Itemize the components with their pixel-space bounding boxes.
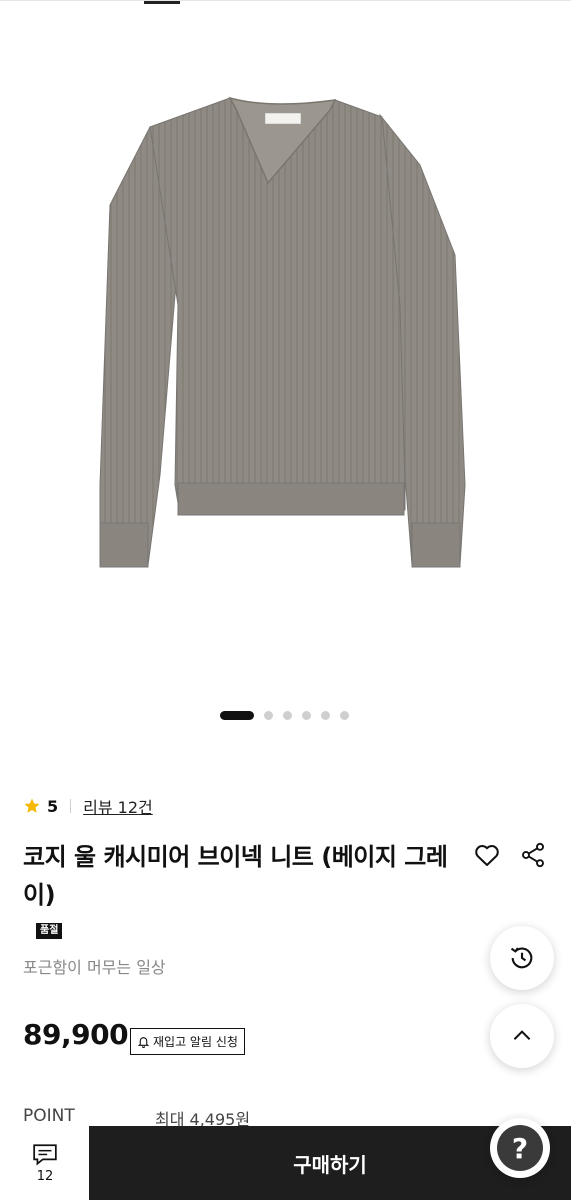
carousel-dot[interactable]	[321, 710, 330, 720]
soldout-badge: 품절	[36, 923, 63, 939]
review-link[interactable]: 리뷰 12건	[83, 794, 153, 818]
sweater-image	[99, 96, 466, 568]
question-icon: ?	[497, 1125, 543, 1171]
divider	[70, 799, 72, 813]
comment-button[interactable]: 12	[0, 1126, 90, 1200]
point-label: POINT	[23, 1106, 75, 1126]
carousel-dot[interactable]	[264, 710, 273, 720]
product-price: 89,900	[23, 1018, 129, 1051]
product-title: 코지 울 캐시미어 브이넥 니트 (베이지 그레이)	[23, 843, 448, 909]
carousel-dots[interactable]	[220, 710, 349, 720]
product-image[interactable]	[0, 5, 571, 695]
chevron-up-icon	[513, 1030, 531, 1040]
product-subtitle: 포근함이 머무는 일상	[23, 958, 166, 977]
share-icon	[522, 842, 544, 868]
carousel-dot[interactable]	[283, 710, 292, 720]
carousel-dot[interactable]	[340, 710, 349, 720]
carousel-dot[interactable]	[302, 710, 311, 720]
star-icon	[24, 798, 40, 813]
heart-icon	[475, 845, 499, 866]
scroll-top-button[interactable]	[490, 1004, 554, 1068]
comment-icon	[33, 1143, 57, 1165]
history-icon	[510, 947, 533, 969]
help-button[interactable]: ?	[490, 1118, 550, 1178]
comment-count: 12	[36, 1168, 54, 1184]
rating-value: 5	[47, 796, 59, 816]
tab-indicator	[144, 1, 180, 4]
carousel-dot-active[interactable]	[220, 710, 254, 720]
recent-history-button[interactable]	[490, 926, 554, 990]
bell-icon	[137, 1037, 150, 1048]
restock-alert-button[interactable]: 재입고 알림 신청	[130, 1028, 245, 1055]
restock-alert-label: 재입고 알림 신청	[153, 1035, 238, 1049]
rating-row: 5 리뷰 12건	[23, 794, 153, 818]
wishlist-button[interactable]	[470, 838, 504, 872]
share-button[interactable]	[516, 838, 550, 872]
